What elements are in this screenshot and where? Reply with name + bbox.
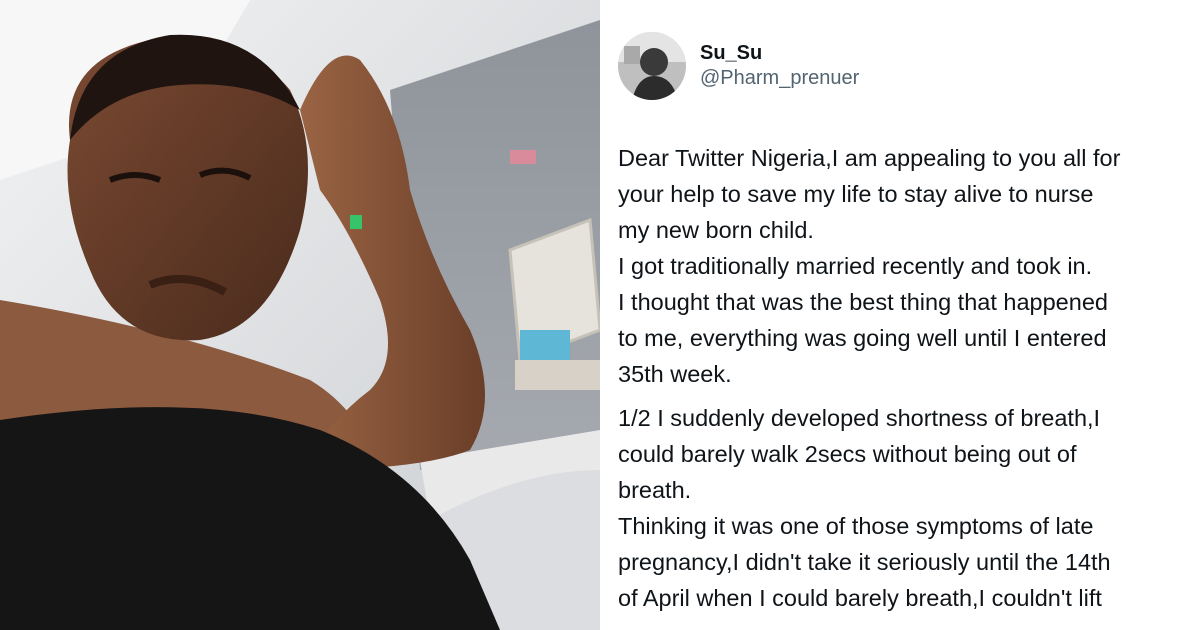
tweet-card: Su_Su @Pharm_prenuer Dear Twitter Nigeri… (600, 0, 1200, 630)
tweet-header: Su_Su @Pharm_prenuer (618, 30, 859, 102)
author-handle[interactable]: @Pharm_prenuer (700, 65, 859, 91)
tweet-line: Thinking it was one of those symptoms of… (618, 513, 1094, 539)
tweet-line: pregnancy,I didn't take it seriously unt… (618, 549, 1111, 575)
tweet-text: Dear Twitter Nigeria,I am appealing to y… (618, 140, 1198, 616)
avatar-photo-icon (618, 32, 686, 100)
tweet-line: to me, everything was going well until I… (618, 325, 1107, 351)
tweet-line: of April when I could barely breath,I co… (618, 585, 1102, 611)
tweet-line: I got traditionally married recently and… (618, 253, 1093, 279)
author-display-name[interactable]: Su_Su (700, 41, 859, 65)
tweet-line: your help to save my life to stay alive … (618, 181, 1094, 207)
tweet-line: breath. (618, 477, 692, 503)
tweet-line: 35th week. (618, 361, 732, 387)
tweet-line: Dear Twitter Nigeria,I am appealing to y… (618, 145, 1121, 171)
tweet-line: I thought that was the best thing that h… (618, 289, 1108, 315)
selfie-photo (0, 0, 600, 630)
tweet-line: my new born child. (618, 217, 814, 243)
tweet-line: 1/2 I suddenly developed shortness of br… (618, 405, 1101, 431)
avatar[interactable] (618, 32, 686, 100)
tweet-line: could barely walk 2secs without being ou… (618, 441, 1077, 467)
